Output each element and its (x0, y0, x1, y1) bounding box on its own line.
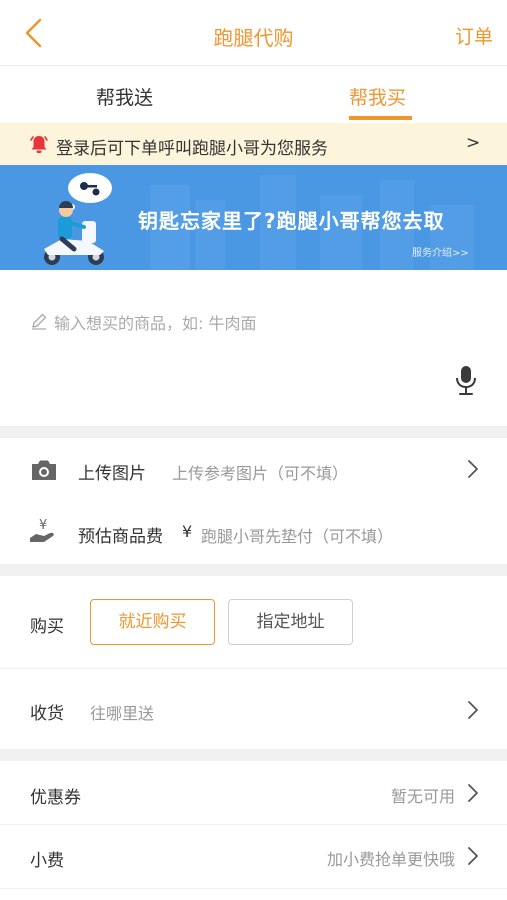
estimated-price-row[interactable]: ¥ 预估商品费 ¥ 跑腿小哥先垫付（可不填） (0, 500, 507, 564)
active-tab-indicator (349, 116, 412, 120)
money-hand-icon: ¥ (30, 518, 54, 542)
nearby-purchase-button[interactable]: 就近购买 (90, 599, 215, 645)
page-title: 跑腿代购 (213, 26, 294, 50)
pencil-icon (32, 313, 47, 330)
chevron-right-icon (468, 784, 478, 802)
service-tabs: 帮我送 帮我买 (0, 67, 507, 123)
delivery-label: 收货 (30, 704, 64, 724)
nav-bar: 跑腿代购 订单 (0, 0, 507, 66)
microphone-icon[interactable] (452, 364, 480, 396)
tip-label: 小费 (30, 851, 64, 871)
section-divider (0, 564, 507, 576)
section-divider (0, 749, 507, 761)
upload-image-row[interactable]: 上传图片 上传参考图片（可不填） (0, 438, 507, 500)
camera-icon (32, 460, 56, 480)
delivery-placeholder: 往哪里送 (90, 704, 155, 723)
delivery-address-row[interactable]: 收货 往哪里送 (0, 669, 507, 749)
tip-value: 加小费抢单更快哦 (326, 850, 455, 869)
estimated-price-label: 预估商品费 (78, 527, 163, 547)
alarm-bell-icon (30, 136, 48, 153)
chevron-right-icon (468, 460, 478, 478)
section-divider (0, 426, 507, 438)
item-input-placeholder[interactable]: 输入想买的商品，如: 牛肉面 (54, 310, 256, 334)
service-intro-link[interactable]: 服务介绍>> (412, 244, 469, 259)
tip-row[interactable]: 小费 加小费抢单更快哦 (0, 825, 507, 888)
svg-text:¥: ¥ (39, 518, 47, 533)
currency-symbol: ¥ (182, 522, 193, 541)
login-notice-bar[interactable]: 登录后可下单呼叫跑腿小哥为您服务 > (0, 123, 507, 165)
notice-arrow-icon: > (466, 133, 481, 153)
row-separator (0, 888, 507, 889)
orders-link[interactable]: 订单 (455, 22, 493, 49)
coupon-value: 暂无可用 (390, 787, 455, 806)
purchase-label: 购买 (30, 617, 64, 637)
specified-address-button[interactable]: 指定地址 (228, 599, 353, 645)
promo-banner[interactable]: 钥匙忘家里了?跑腿小哥帮您去取 服务介绍>> (0, 165, 507, 270)
tab-buy-for-me[interactable]: 帮我买 (349, 83, 406, 110)
notice-text: 登录后可下单呼叫跑腿小哥为您服务 (56, 139, 328, 159)
chevron-right-icon (468, 847, 478, 865)
coupon-label: 优惠券 (30, 788, 81, 808)
upload-image-label: 上传图片 (78, 464, 146, 484)
chevron-right-icon (468, 701, 478, 719)
estimated-price-hint[interactable]: 跑腿小哥先垫付（可不填） (201, 523, 393, 547)
coupon-row[interactable]: 优惠券 暂无可用 (0, 761, 507, 824)
banner-headline: 钥匙忘家里了?跑腿小哥帮您去取 (138, 209, 445, 233)
item-input-area[interactable]: 输入想买的商品，如: 牛肉面 (0, 270, 507, 426)
upload-image-hint: 上传参考图片（可不填） (172, 464, 349, 483)
tab-send-for-me[interactable]: 帮我送 (96, 83, 153, 110)
